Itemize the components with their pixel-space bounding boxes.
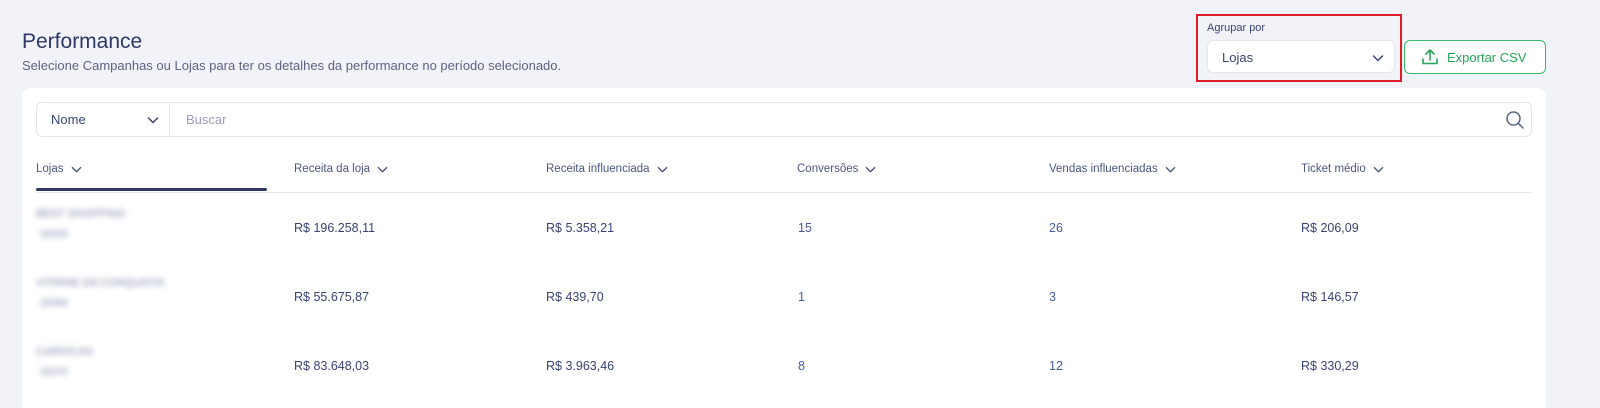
cell-receita-loja: R$ 55.675,87 bbox=[294, 290, 370, 304]
cell-receita-influenciada: R$ 3.963,46 bbox=[546, 359, 615, 373]
cell-conversoes: 15 bbox=[798, 221, 812, 235]
search-field-value: Nome bbox=[51, 112, 86, 127]
performance-card: Nome Lojas Receita da loja Receita influ… bbox=[22, 88, 1546, 408]
search-icon[interactable] bbox=[1505, 110, 1525, 130]
chevron-down-icon bbox=[71, 164, 82, 175]
cell-ticket-medio: R$ 146,57 bbox=[1301, 290, 1359, 304]
chevron-down-icon bbox=[1373, 164, 1384, 175]
search-field-select[interactable]: Nome bbox=[37, 103, 170, 136]
cell-conversoes: 1 bbox=[798, 290, 805, 304]
highlight-box bbox=[1196, 14, 1402, 82]
table-row[interactable]: VITRINE DA CONQUISTA 32060 R$ 55.675,87 … bbox=[22, 262, 1546, 331]
column-header-label: Vendas influenciadas bbox=[1049, 163, 1158, 175]
column-header-label: Conversões bbox=[797, 163, 859, 175]
column-header-receita-loja[interactable]: Receita da loja bbox=[294, 160, 388, 178]
page-title: Performance bbox=[22, 30, 143, 53]
store-id: 32070 bbox=[40, 367, 68, 378]
active-column-underline bbox=[36, 188, 267, 191]
table-row[interactable]: BEST SHOPPING 32050 R$ 196.258,11 R$ 5.3… bbox=[22, 193, 1546, 262]
chevron-down-icon bbox=[1165, 164, 1176, 175]
store-id: 32050 bbox=[40, 229, 68, 240]
cell-conversoes: 8 bbox=[798, 359, 805, 373]
chevron-down-icon bbox=[865, 164, 876, 175]
column-header-ticket-medio[interactable]: Ticket médio bbox=[1301, 160, 1384, 178]
export-csv-button[interactable]: Exportar CSV bbox=[1404, 40, 1546, 74]
column-header-vendas-influenciadas[interactable]: Vendas influenciadas bbox=[1049, 160, 1176, 178]
column-header-label: Receita da loja bbox=[294, 163, 371, 175]
chevron-down-icon bbox=[147, 113, 159, 131]
cell-vendas-influenciadas: 3 bbox=[1049, 290, 1056, 304]
cell-receita-loja: R$ 83.648,03 bbox=[294, 359, 370, 373]
store-name: CARIOCAS bbox=[36, 346, 94, 358]
column-header-label: Receita influenciada bbox=[546, 163, 650, 175]
table-row[interactable]: CARIOCAS 32070 R$ 83.648,03 R$ 3.963,46 … bbox=[22, 331, 1546, 400]
column-header-label: Ticket médio bbox=[1301, 163, 1366, 175]
search-input[interactable] bbox=[171, 103, 1491, 136]
chevron-down-icon bbox=[377, 164, 388, 175]
column-header-conversoes[interactable]: Conversões bbox=[797, 160, 876, 178]
cell-receita-influenciada: R$ 5.358,21 bbox=[546, 221, 615, 235]
column-header-label: Lojas bbox=[36, 163, 64, 175]
cell-receita-loja: R$ 196.258,11 bbox=[294, 221, 376, 235]
column-header-lojas[interactable]: Lojas bbox=[36, 160, 82, 178]
column-header-receita-influenciada[interactable]: Receita influenciada bbox=[546, 160, 668, 178]
cell-vendas-influenciadas: 26 bbox=[1049, 221, 1063, 235]
page-subtitle: Selecione Campanhas ou Lojas para ter os… bbox=[22, 58, 562, 73]
store-name: BEST SHOPPING bbox=[36, 208, 126, 220]
cell-ticket-medio: R$ 206,09 bbox=[1301, 221, 1359, 235]
upload-icon bbox=[1421, 48, 1439, 71]
export-csv-label: Exportar CSV bbox=[1447, 50, 1527, 65]
search-bar: Nome bbox=[36, 102, 1532, 137]
cell-ticket-medio: R$ 330,29 bbox=[1301, 359, 1359, 373]
cell-vendas-influenciadas: 12 bbox=[1049, 359, 1063, 373]
chevron-down-icon bbox=[657, 164, 668, 175]
store-name: VITRINE DA CONQUISTA bbox=[36, 277, 165, 289]
cell-receita-influenciada: R$ 439,70 bbox=[546, 290, 604, 304]
store-id: 32060 bbox=[40, 298, 68, 309]
